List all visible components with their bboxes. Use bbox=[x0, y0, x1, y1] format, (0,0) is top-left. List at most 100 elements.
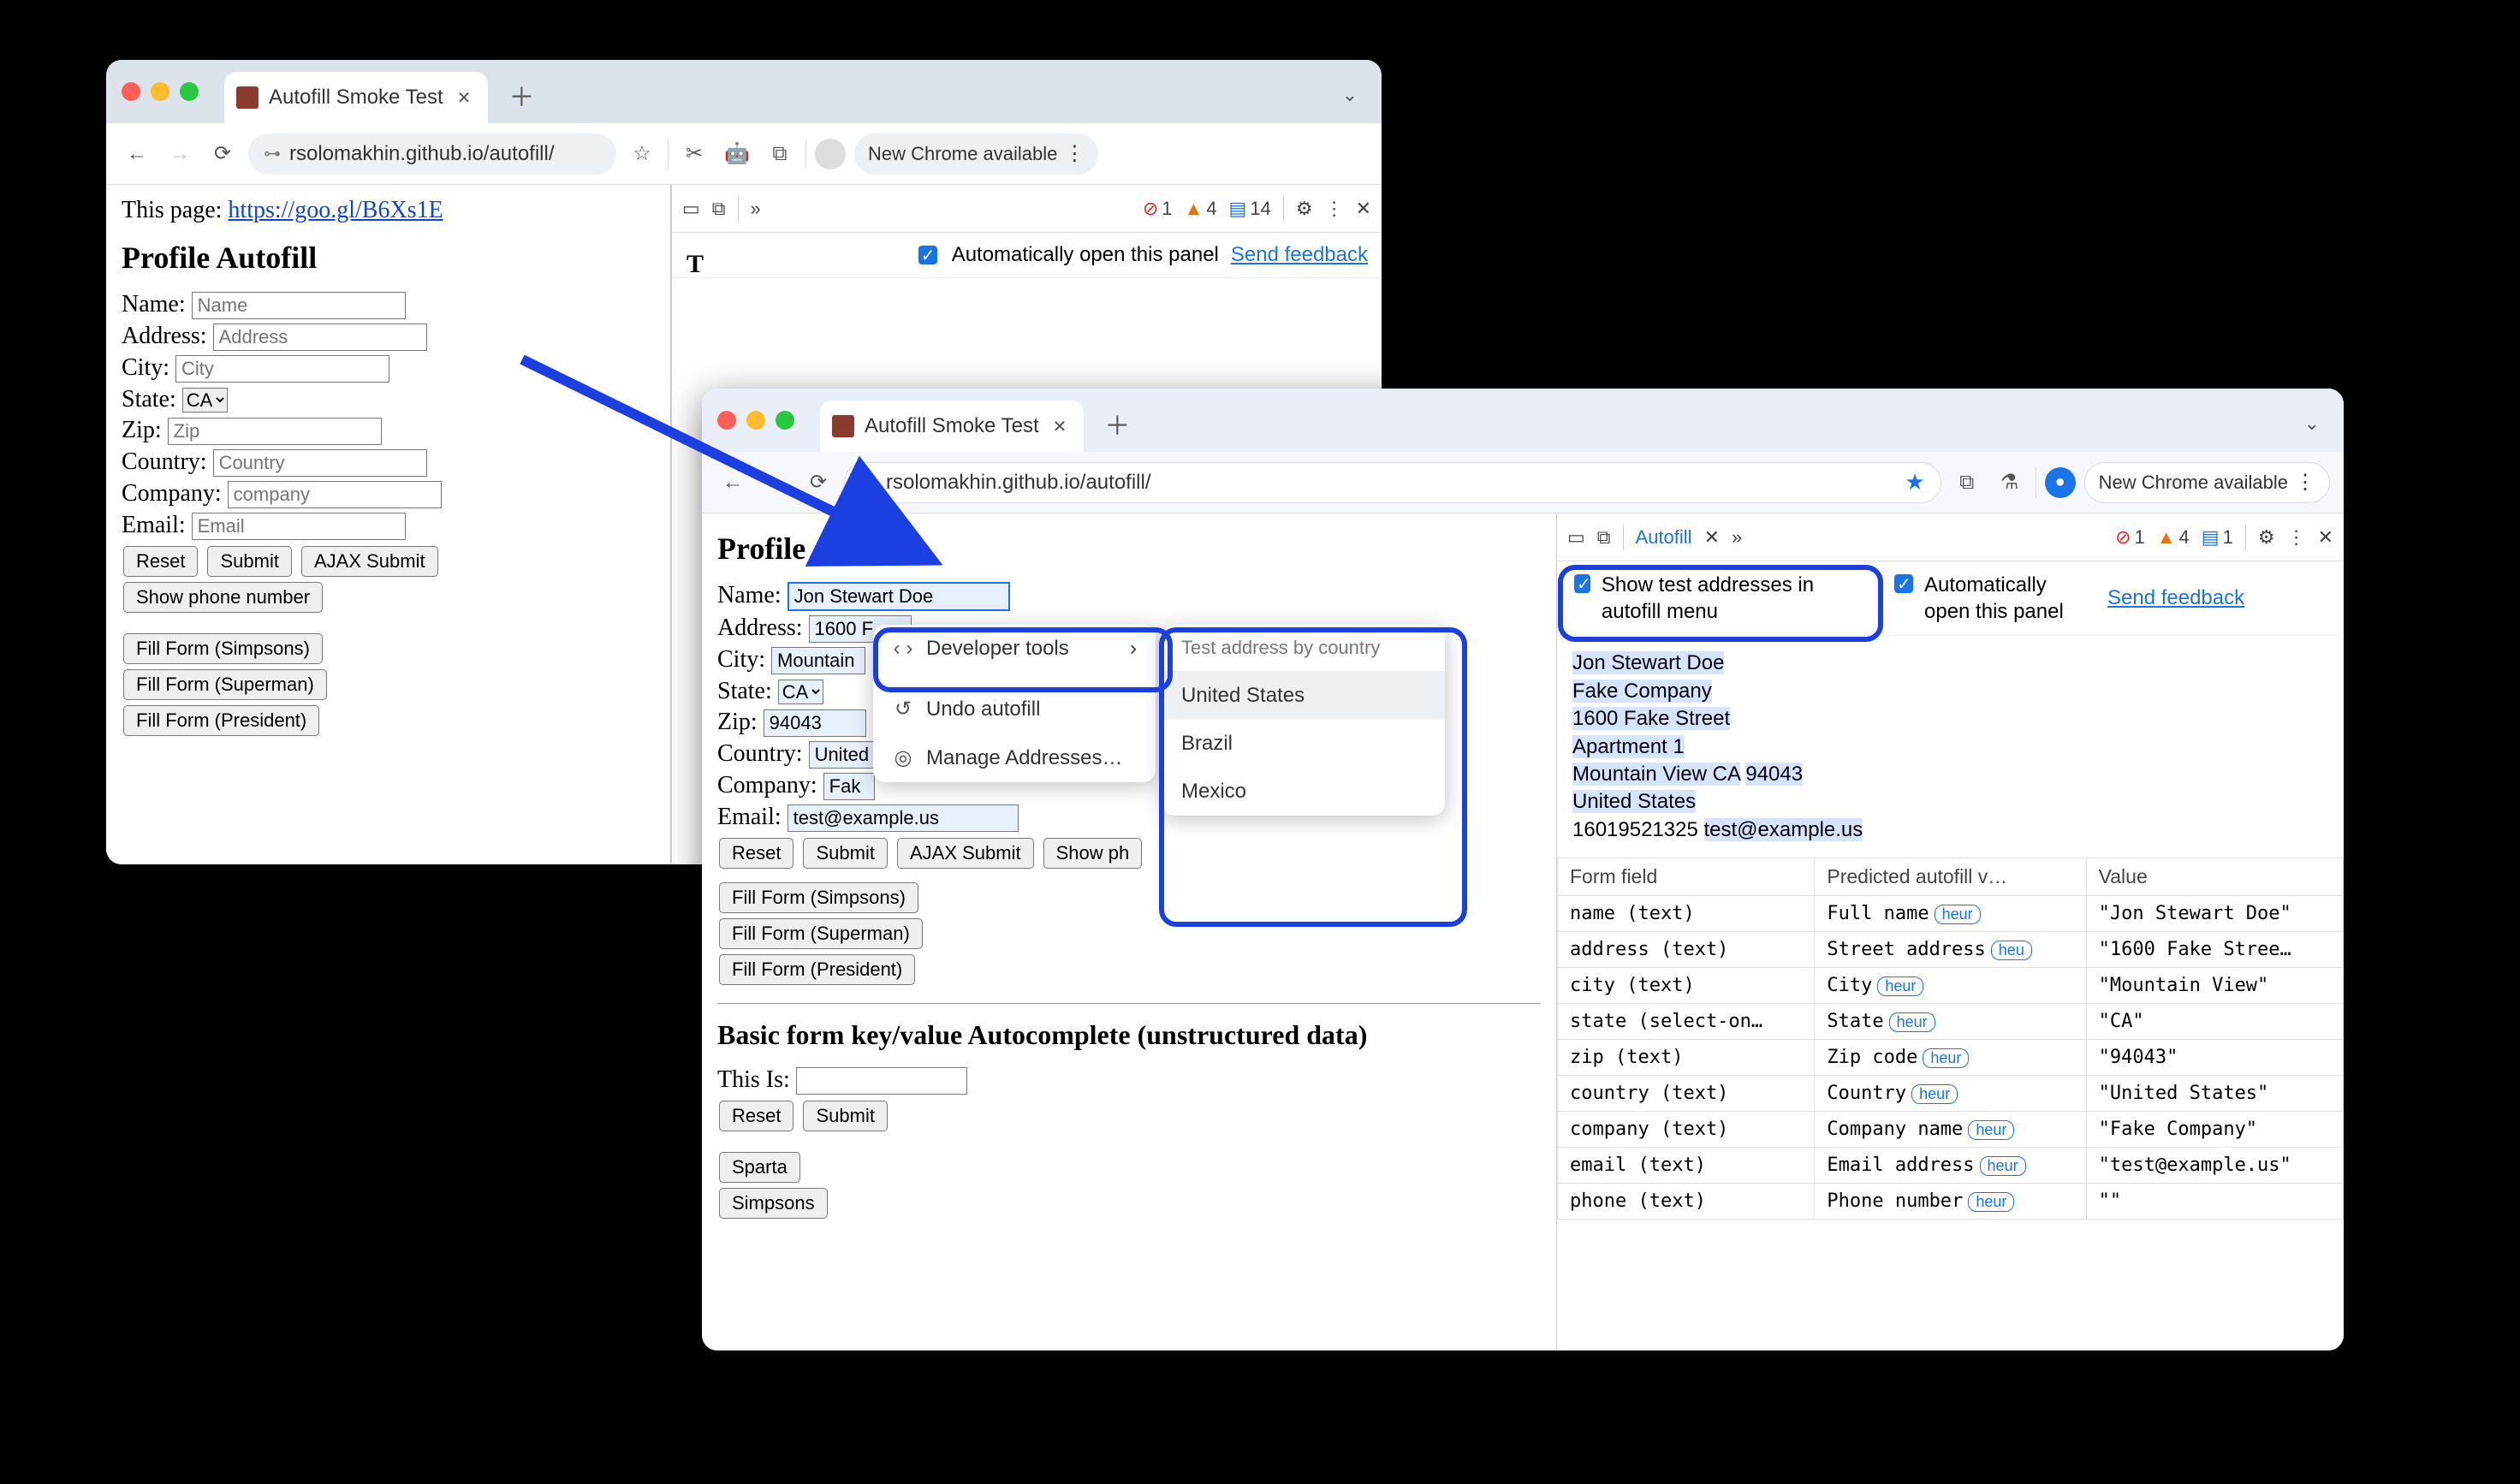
send-feedback-link[interactable]: Send feedback bbox=[2107, 586, 2244, 610]
country-input[interactable] bbox=[213, 449, 427, 477]
th-predicted[interactable]: Predicted autofill v… bbox=[1815, 858, 2086, 896]
ajax-submit-button[interactable]: AJAX Submit bbox=[301, 546, 438, 577]
sparta-button[interactable]: Sparta bbox=[719, 1152, 800, 1183]
table-row[interactable]: company (text)Company nameheur"Fake Comp… bbox=[1558, 1112, 2344, 1148]
device-toolbar-icon[interactable]: ⧉ bbox=[1597, 526, 1611, 549]
devtools-tab-close-icon[interactable]: ✕ bbox=[1704, 526, 1720, 549]
bookmark-filled-star-icon[interactable]: ★ bbox=[1905, 469, 1924, 496]
email-input[interactable] bbox=[788, 804, 1019, 832]
state-select[interactable]: CA bbox=[778, 680, 823, 704]
table-row[interactable]: zip (text)Zip codeheur"94043" bbox=[1558, 1040, 2344, 1076]
devtools-menu-icon[interactable]: ⋮ bbox=[2287, 526, 2306, 549]
more-tabs-icon[interactable]: » bbox=[751, 198, 761, 220]
cut-icon[interactable]: ✂ bbox=[677, 137, 711, 171]
ajax-submit-button[interactable]: AJAX Submit bbox=[897, 838, 1034, 869]
profile-avatar-icon[interactable] bbox=[815, 139, 846, 169]
submit-button[interactable]: Submit bbox=[207, 546, 291, 577]
zoom-window-icon[interactable] bbox=[180, 82, 199, 101]
new-tab-button[interactable]: ＋ bbox=[1096, 405, 1138, 442]
ctx-undo-autofill[interactable]: ↺ Undo autofill bbox=[873, 685, 1156, 733]
browser-tab[interactable]: Autofill Smoke Test ✕ bbox=[224, 72, 488, 123]
close-tab-icon[interactable]: ✕ bbox=[1049, 416, 1071, 437]
labs-icon[interactable]: ⚗ bbox=[1993, 466, 2027, 500]
back-button[interactable]: ← bbox=[120, 137, 154, 171]
devtools-close-icon[interactable]: ✕ bbox=[1356, 198, 1371, 220]
city-input[interactable] bbox=[771, 647, 865, 674]
fill-simpsons-button[interactable]: Fill Form (Simpsons) bbox=[719, 882, 918, 913]
reset-button[interactable]: Reset bbox=[123, 546, 198, 577]
error-badge[interactable]: ⊘1 bbox=[2115, 526, 2145, 549]
ctx-manage-addresses[interactable]: ◎ Manage Addresses… bbox=[873, 733, 1156, 782]
tab-list-button[interactable]: ⌄ bbox=[2296, 409, 2328, 438]
profile-avatar-icon[interactable]: ● bbox=[2045, 467, 2076, 498]
submit-button[interactable]: Submit bbox=[803, 838, 887, 869]
name-input[interactable] bbox=[788, 582, 1010, 611]
table-row[interactable]: state (select-on…Stateheur"CA" bbox=[1558, 1004, 2344, 1040]
devtools-close-icon[interactable]: ✕ bbox=[2318, 526, 2333, 549]
back-button[interactable]: ← bbox=[716, 466, 750, 500]
robot-icon[interactable]: 🤖 bbox=[720, 137, 754, 171]
th-form-field[interactable]: Form field bbox=[1558, 858, 1815, 896]
devtools-menu-icon[interactable]: ⋮ bbox=[1325, 198, 1344, 220]
close-tab-icon[interactable]: ✕ bbox=[454, 87, 475, 109]
address-input[interactable] bbox=[213, 324, 427, 351]
reset-button-2[interactable]: Reset bbox=[719, 1101, 793, 1131]
site-settings-icon[interactable]: ⊶ bbox=[860, 472, 877, 493]
update-chip[interactable]: New Chrome available ⋮ bbox=[2084, 462, 2330, 503]
message-badge[interactable]: ▤14 bbox=[1229, 198, 1271, 220]
reload-button[interactable]: ⟳ bbox=[801, 466, 835, 500]
close-window-icon[interactable] bbox=[122, 82, 140, 101]
table-row[interactable]: city (text)Cityheur"Mountain View" bbox=[1558, 968, 2344, 1004]
table-row[interactable]: country (text)Countryheur"United States" bbox=[1558, 1076, 2344, 1112]
device-toolbar-icon[interactable]: ⧉ bbox=[712, 198, 726, 220]
menu-dots-icon[interactable]: ⋮ bbox=[1064, 141, 1085, 166]
bookmark-star-icon[interactable]: ☆ bbox=[625, 137, 659, 171]
thisid-input[interactable] bbox=[796, 1067, 967, 1095]
city-input[interactable] bbox=[175, 355, 389, 383]
zip-input[interactable] bbox=[168, 418, 382, 445]
fill-president-button[interactable]: Fill Form (President) bbox=[719, 954, 915, 985]
table-row[interactable]: phone (text)Phone numberheur"" bbox=[1558, 1184, 2344, 1220]
tab-list-button[interactable]: ⌄ bbox=[1334, 80, 1366, 110]
auto-open-checkbox[interactable] bbox=[1894, 574, 1913, 593]
site-settings-icon[interactable]: ⊶ bbox=[264, 143, 281, 164]
company-input[interactable] bbox=[823, 773, 875, 800]
minimize-window-icon[interactable] bbox=[746, 411, 765, 430]
table-row[interactable]: email (text)Email addressheur"test@examp… bbox=[1558, 1148, 2344, 1184]
more-tabs-icon[interactable]: » bbox=[1732, 526, 1742, 549]
fill-superman-button[interactable]: Fill Form (Superman) bbox=[719, 918, 923, 949]
zip-input[interactable] bbox=[764, 709, 866, 737]
new-tab-button[interactable]: ＋ bbox=[500, 76, 543, 114]
devtools-tab-autofill[interactable]: Autofill bbox=[1636, 526, 1692, 549]
show-phone-button[interactable]: Show phone number bbox=[123, 582, 323, 613]
extensions-icon[interactable]: ⧉ bbox=[763, 137, 797, 171]
company-input[interactable] bbox=[228, 481, 442, 508]
update-chip[interactable]: New Chrome available ⋮ bbox=[854, 134, 1098, 175]
forward-button[interactable]: → bbox=[163, 137, 197, 171]
auto-open-checkbox[interactable] bbox=[918, 246, 937, 264]
state-select[interactable]: CA bbox=[182, 388, 228, 413]
email-input[interactable] bbox=[192, 513, 406, 540]
table-row[interactable]: name (text)Full nameheur"Jon Stewart Doe… bbox=[1558, 896, 2344, 932]
close-window-icon[interactable] bbox=[717, 411, 736, 430]
ctx-developer-tools[interactable]: ‹ › Developer tools › bbox=[873, 625, 1156, 673]
browser-tab[interactable]: Autofill Smoke Test ✕ bbox=[820, 401, 1084, 452]
name-input[interactable] bbox=[192, 292, 406, 319]
extensions-icon[interactable]: ⧉ bbox=[1950, 466, 1984, 500]
simpsons-button[interactable]: Simpsons bbox=[719, 1188, 828, 1219]
message-badge[interactable]: ▤1 bbox=[2202, 526, 2233, 549]
submenu-item-brazil[interactable]: Brazil bbox=[1162, 720, 1445, 768]
fill-president-button[interactable]: Fill Form (President) bbox=[123, 705, 319, 736]
show-phone-button[interactable]: Show ph bbox=[1043, 838, 1143, 869]
show-test-addresses-checkbox[interactable] bbox=[1574, 574, 1590, 593]
inspect-icon[interactable]: ▭ bbox=[682, 198, 700, 220]
reload-button[interactable]: ⟳ bbox=[205, 137, 240, 171]
inspect-icon[interactable]: ▭ bbox=[1567, 526, 1585, 549]
this-page-link[interactable]: https://goo.gl/B6Xs1E bbox=[228, 197, 443, 223]
settings-gear-icon[interactable]: ⚙ bbox=[2258, 526, 2275, 549]
forward-button[interactable]: → bbox=[758, 466, 793, 500]
send-feedback-link[interactable]: Send feedback bbox=[1231, 243, 1368, 267]
reset-button[interactable]: Reset bbox=[719, 838, 793, 869]
fill-superman-button[interactable]: Fill Form (Superman) bbox=[123, 669, 327, 700]
submenu-item-mexico[interactable]: Mexico bbox=[1162, 768, 1445, 816]
